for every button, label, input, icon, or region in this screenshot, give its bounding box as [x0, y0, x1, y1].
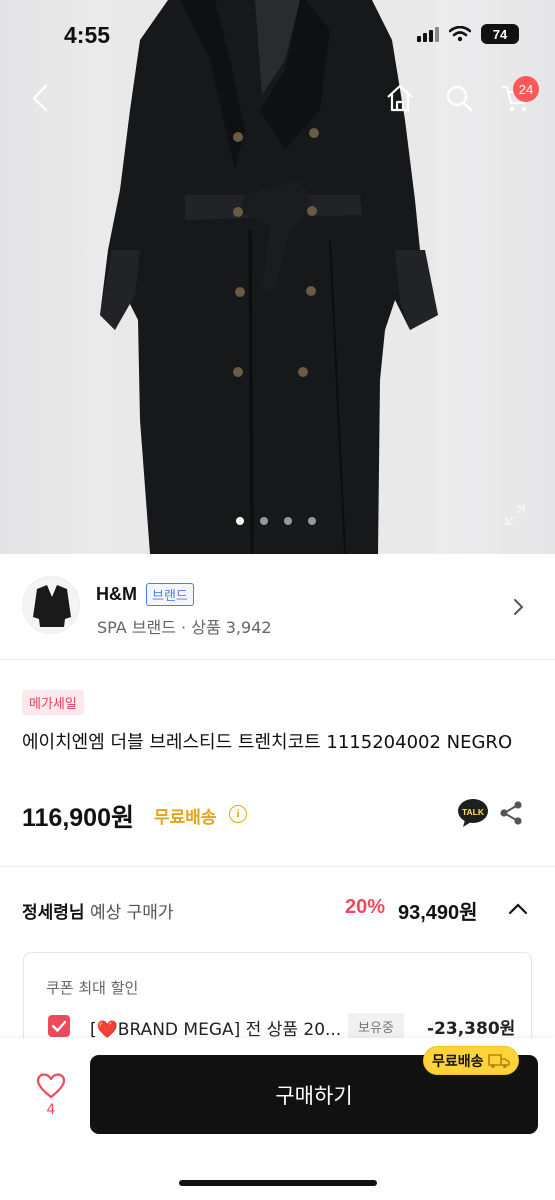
like-count: 4 [46, 1102, 56, 1118]
gallery-dot[interactable] [236, 517, 244, 525]
product-title: 에이치엔엠 더블 브레스티드 트렌치코트 1115204002 NEGRO [22, 732, 513, 753]
expand-icon[interactable] [503, 503, 527, 527]
share-icon[interactable] [499, 800, 523, 826]
brand-tag: 브랜드 [146, 583, 194, 606]
gallery-dot[interactable] [284, 517, 292, 525]
search-icon [446, 85, 473, 112]
bottom-action-bar: 4 구매하기 무료배송 [0, 1038, 555, 1200]
coupon-status-badge: 보유중 [348, 1013, 404, 1039]
home-button[interactable] [382, 80, 418, 116]
coupon-checkbox[interactable] [48, 1015, 70, 1037]
coupon-title: 쿠폰 최대 할인 [46, 979, 139, 997]
chevron-up-icon[interactable] [505, 898, 531, 920]
gallery-pagination [236, 517, 316, 525]
status-time: 4:55 [64, 22, 111, 48]
section-divider [0, 866, 555, 867]
brand-row[interactable]: H&M 브랜드 SPA 브랜드 · 상품 3,942 [0, 554, 555, 660]
expected-price: 93,490원 [398, 902, 478, 924]
chevron-left-icon [32, 84, 48, 112]
cart-count-badge: 24 [513, 76, 539, 102]
gallery-dot[interactable] [260, 517, 268, 525]
coupon-amount: -23,380원 [427, 1019, 516, 1039]
cellular-signal-icon [417, 26, 439, 42]
free-shipping-chip: 무료배송 [423, 1046, 519, 1075]
brand-thumbnail [22, 576, 80, 634]
discount-rate: 20% [345, 896, 386, 918]
brand-subtitle: SPA 브랜드 · 상품 3,942 [97, 618, 272, 637]
expected-price-label: 정세령님 예상 구매가 [22, 898, 174, 923]
chevron-right-icon [514, 599, 524, 615]
home-icon [387, 84, 413, 112]
truck-icon [487, 1053, 510, 1068]
heart-icon [36, 1073, 66, 1099]
back-button[interactable] [22, 80, 58, 116]
status-icons: 74 [417, 24, 519, 44]
info-icon[interactable]: i [229, 805, 247, 823]
coupon-name: [❤️BRAND MEGA] 전 상품 20... [90, 1020, 342, 1040]
mega-sale-badge: 메가세일 [22, 690, 84, 715]
search-button[interactable] [441, 80, 477, 116]
wifi-icon [449, 26, 471, 42]
checkmark-icon [51, 1020, 67, 1032]
gallery-dot[interactable] [308, 517, 316, 525]
product-image-gallery[interactable]: 4:55 74 24 [0, 0, 555, 554]
brand-name: H&M [96, 584, 137, 604]
expected-price-caption: 예상 구매가 [89, 903, 174, 923]
battery-indicator: 74 [481, 24, 519, 44]
free-shipping-chip-label: 무료배송 [432, 1053, 484, 1070]
svg-text:TALK: TALK [462, 807, 485, 817]
user-name: 정세령님 [22, 903, 85, 923]
free-shipping-label: 무료배송 [154, 808, 217, 828]
kakao-talk-icon[interactable]: TALK [457, 798, 489, 828]
jacket-thumbnail-image [33, 585, 71, 627]
like-button[interactable]: 4 [34, 1072, 68, 1128]
product-price: 116,900원 [22, 804, 134, 832]
home-indicator [179, 1180, 377, 1186]
